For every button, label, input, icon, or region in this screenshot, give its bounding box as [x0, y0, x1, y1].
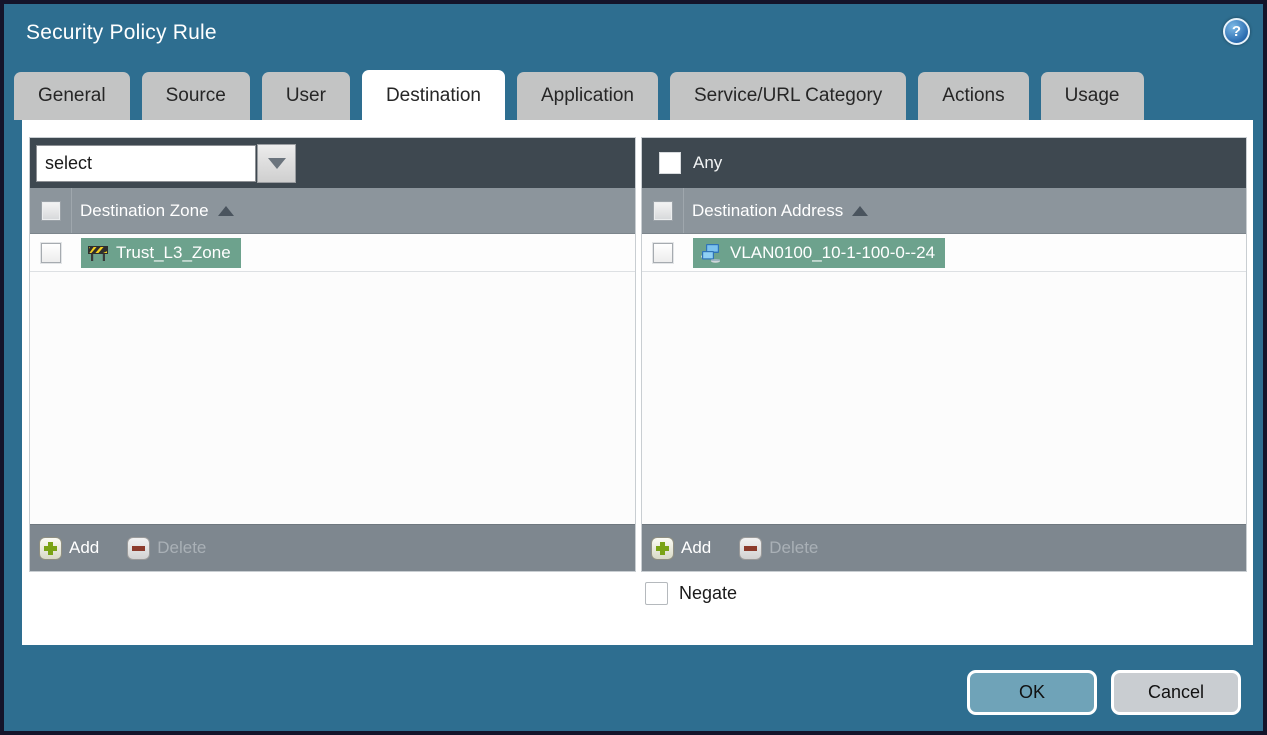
zone-select-all-checkbox[interactable] [40, 200, 61, 221]
destination-tab-content: Destination Zone [22, 120, 1253, 645]
tab-service-url-category[interactable]: Service/URL Category [669, 72, 907, 120]
tab-actions[interactable]: Actions [918, 72, 1029, 120]
address-row-checkbox[interactable] [653, 242, 673, 263]
tab-application[interactable]: Application [517, 72, 658, 120]
address-select-all-checkbox[interactable] [652, 200, 673, 221]
negate-option: Negate [645, 582, 737, 605]
table-row[interactable]: Trust_L3_Zone [30, 234, 635, 272]
chevron-down-icon [267, 157, 286, 169]
address-select-all-cell [642, 188, 684, 233]
dialog-title: Security Policy Rule [26, 21, 217, 44]
zone-column-header[interactable]: Destination Zone [80, 201, 209, 221]
zone-chip[interactable]: Trust_L3_Zone [81, 237, 241, 268]
zone-delete-button[interactable]: Delete [127, 536, 207, 560]
address-panel-toolbar: Any [642, 138, 1246, 188]
zone-chip-label: Trust_L3_Zone [116, 242, 231, 262]
zone-select-input[interactable] [36, 144, 256, 182]
ok-button[interactable]: OK [967, 670, 1097, 715]
add-plus-icon [651, 536, 674, 560]
any-label: Any [693, 153, 723, 172]
zone-delete-label: Delete [157, 538, 207, 557]
address-column-header[interactable]: Destination Address [692, 201, 843, 221]
address-action-bar: Add Delete [642, 524, 1246, 571]
security-policy-rule-dialog: Security Policy Rule ? General Source Us… [0, 0, 1267, 735]
address-grid-header: Destination Address [642, 188, 1246, 234]
tab-user[interactable]: User [261, 72, 350, 120]
any-checkbox[interactable] [659, 152, 681, 174]
add-plus-icon [39, 536, 62, 560]
zone-select-dropdown-button[interactable] [257, 143, 296, 183]
tab-bar: General Source User Destination Applicat… [14, 70, 1144, 120]
zone-grid-header: Destination Zone [30, 188, 635, 234]
address-chip[interactable]: VLAN0100_10-1-100-0--24 [693, 237, 946, 268]
address-grid-body: VLAN0100_10-1-100-0--24 [642, 234, 1246, 524]
zone-action-bar: Add Delete [30, 524, 635, 571]
zone-icon [88, 245, 108, 261]
zone-add-label: Add [69, 538, 100, 557]
tab-source[interactable]: Source [141, 72, 250, 120]
sort-ascending-icon[interactable] [852, 205, 869, 216]
network-icon [701, 243, 720, 263]
negate-label: Negate [679, 583, 738, 603]
zone-select-all-cell [30, 188, 72, 233]
address-delete-button[interactable]: Delete [739, 536, 819, 560]
table-row[interactable]: VLAN0100_10-1-100-0--24 [642, 234, 1246, 272]
address-row-check-cell [642, 234, 684, 271]
tab-general[interactable]: General [14, 72, 130, 120]
sort-ascending-icon[interactable] [217, 205, 234, 216]
address-add-label: Add [681, 538, 712, 557]
delete-minus-icon [739, 536, 763, 560]
zone-row-checkbox[interactable] [41, 242, 61, 263]
address-delete-label: Delete [769, 538, 819, 557]
tab-destination[interactable]: Destination [361, 70, 505, 120]
destination-zone-panel: Destination Zone [29, 137, 636, 572]
zone-add-button[interactable]: Add [39, 536, 100, 560]
cancel-button[interactable]: Cancel [1111, 670, 1241, 715]
address-chip-label: VLAN0100_10-1-100-0--24 [730, 242, 936, 262]
delete-minus-icon [127, 536, 151, 560]
address-add-button[interactable]: Add [651, 536, 712, 560]
help-icon[interactable]: ? [1223, 18, 1250, 45]
zone-row-check-cell [30, 234, 72, 271]
negate-checkbox[interactable] [645, 582, 668, 605]
tab-usage[interactable]: Usage [1040, 72, 1144, 120]
zone-grid-body: Trust_L3_Zone [30, 234, 635, 524]
zone-panel-toolbar [30, 138, 635, 188]
zone-select-combo [36, 143, 296, 183]
destination-address-panel: Any Destination Address VLAN0100_10-1-10… [641, 137, 1247, 572]
